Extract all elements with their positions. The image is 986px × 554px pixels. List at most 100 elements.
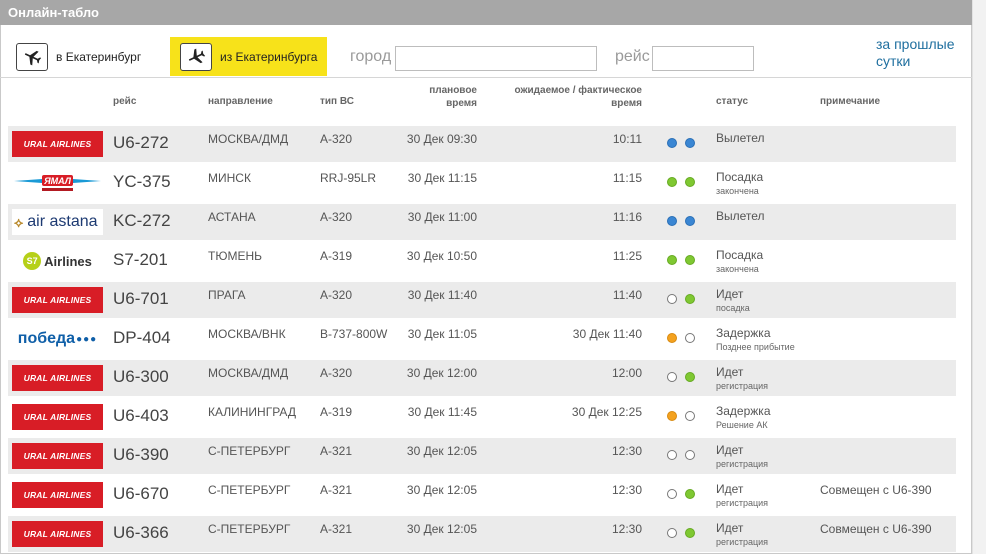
- scrollbar[interactable]: [972, 0, 986, 554]
- status-text: Задержка: [716, 326, 771, 340]
- table-row[interactable]: URAL AIRLINES U6-390 С-ПЕТЕРБУРГ A-321 30 Де…: [8, 438, 956, 474]
- scheduled-time: 30 Дек 11:15: [407, 171, 477, 185]
- aircraft-type: A-320: [320, 288, 353, 302]
- airline-logo-text: URAL AIRLINES: [23, 139, 92, 149]
- table-row[interactable]: URAL AIRLINES U6-670 С-ПЕТЕРБУРГ A-321 30 Де…: [8, 477, 956, 513]
- column-header-actual-line2: время: [611, 98, 642, 109]
- destination: МОСКВА/ВНК: [208, 327, 286, 341]
- column-header-aircraft: тип ВС: [320, 96, 354, 107]
- destination: КАЛИНИНГРАД: [208, 405, 296, 419]
- column-header-actual-line1: ожидаемое / фактическое: [514, 85, 642, 96]
- table-row[interactable]: URAL AIRLINES U6-272 МОСКВА/ДМД A-320 30 Дек…: [8, 126, 956, 162]
- actual-time: 12:00: [611, 366, 642, 380]
- table-row[interactable]: URAL AIRLINES U6-366 С-ПЕТЕРБУРГ A-321 30 Де…: [8, 516, 956, 552]
- destination: С-ПЕТЕРБУРГ: [208, 483, 291, 497]
- flight-filter-input[interactable]: [652, 46, 754, 71]
- status-dot-icon: [685, 372, 695, 382]
- flight-number: U6-701: [113, 289, 169, 308]
- airline-logo: URAL AIRLINES: [12, 482, 103, 508]
- astana-mark-icon: ⟡: [14, 213, 24, 230]
- airline-logo-text: air astana: [27, 213, 98, 230]
- departures-tab[interactable]: из Екатеринбурга: [170, 37, 327, 76]
- table-row[interactable]: ⟡ air astana KC-272 АСТАНА A-320 30 Дек 11:00…: [8, 204, 956, 240]
- status-dot-icon: [667, 177, 677, 187]
- flight-number: DP-404: [113, 328, 171, 347]
- status-detail: закончена: [716, 186, 759, 196]
- table-row[interactable]: URAL AIRLINES U6-403 КАЛИНИНГРАД A-319 30 Де…: [8, 399, 956, 435]
- actual-time: 11:25: [612, 249, 642, 263]
- column-header-actual: ожидаемое / фактическое время: [494, 84, 642, 110]
- actual-time: 12:30: [611, 444, 642, 458]
- destination: МИНСК: [208, 171, 251, 185]
- destination: С-ПЕТЕРБУРГ: [208, 522, 291, 536]
- plane-arrival-icon: [16, 42, 48, 71]
- aircraft-type: B-737-800W: [320, 327, 388, 341]
- flight-number: KC-272: [113, 211, 171, 230]
- status-dot-icon: [685, 255, 695, 265]
- airline-logo: ЯМАЛ: [12, 170, 103, 196]
- flight-filter-label: рейс: [615, 48, 650, 65]
- status-dot-icon: [667, 528, 677, 538]
- table-row[interactable]: победа ●●● DP-404 МОСКВА/ВНК B-737-800W 30 Де…: [8, 321, 956, 357]
- actual-time: 12:30: [611, 483, 642, 497]
- table-row[interactable]: URAL AIRLINES U6-300 МОСКВА/ДМД A-320 30 Дек…: [8, 360, 956, 396]
- airline-logo-text: URAL AIRLINES: [23, 451, 92, 461]
- scheduled-time: 30 Дек 12:05: [406, 444, 477, 458]
- status-dot-icon: [685, 138, 695, 148]
- status-detail: регистрация: [716, 381, 769, 391]
- status-dot-icon: [667, 255, 677, 265]
- airline-logo: победа ●●●: [12, 326, 103, 352]
- column-header-status: статус: [716, 96, 749, 107]
- city-filter-input[interactable]: [395, 46, 597, 71]
- status-dot-icon: [667, 450, 677, 460]
- column-header-scheduled: плановое время: [388, 84, 477, 110]
- destination: ПРАГА: [208, 288, 246, 302]
- s7-mark-icon: S7: [23, 252, 42, 270]
- status-text: Посадка: [716, 170, 764, 184]
- aircraft-type: A-321: [320, 444, 353, 458]
- column-header-destination: направление: [208, 96, 273, 107]
- scheduled-time: 30 Дек 11:45: [407, 405, 477, 419]
- scheduled-time: 30 Дек 09:30: [406, 132, 477, 146]
- status-dot-icon: [667, 333, 677, 343]
- airline-logo: URAL AIRLINES: [12, 365, 103, 391]
- status-text: Вылетел: [716, 131, 765, 145]
- status-dot-icon: [667, 294, 677, 304]
- status-dot-icon: [685, 216, 695, 226]
- scheduled-time: 30 Дек 11:05: [407, 327, 477, 341]
- status-text: Вылетел: [716, 209, 765, 223]
- airline-logo-text: Airlines: [44, 253, 92, 269]
- actual-time: 11:16: [612, 210, 642, 224]
- aircraft-type: A-320: [320, 366, 353, 380]
- yamal-logo-icon: ЯМАЛ: [14, 175, 101, 191]
- table-row[interactable]: URAL AIRLINES U6-701 ПРАГА A-320 30 Дек 11:4…: [8, 282, 956, 318]
- past-day-link[interactable]: за прошлые сутки: [876, 36, 966, 70]
- destination: ТЮМЕНЬ: [208, 249, 262, 263]
- note-text: Совмещен с U6-390: [820, 522, 932, 536]
- airline-logo-text: URAL AIRLINES: [23, 490, 92, 500]
- arrivals-tab[interactable]: в Екатеринбург: [14, 37, 162, 76]
- scheduled-time: 30 Дек 11:00: [407, 210, 477, 224]
- status-detail: посадка: [716, 303, 750, 313]
- actual-time: 30 Дек 12:25: [571, 405, 642, 419]
- column-header-note: примечание: [820, 96, 881, 107]
- scheduled-time: 30 Дек 12:05: [406, 522, 477, 536]
- airline-logo: URAL AIRLINES: [12, 521, 103, 547]
- airline-logo: URAL AIRLINES: [12, 287, 103, 313]
- flight-number: YC-375: [113, 172, 171, 191]
- departures-tab-label: из Екатеринбурга: [220, 49, 318, 64]
- status-detail: закончена: [716, 264, 759, 274]
- table-row[interactable]: S7 Airlines S7-201 ТЮМЕНЬ A-319 30 Дек 10:50 1…: [8, 243, 956, 279]
- flight-number: U6-670: [113, 484, 169, 503]
- actual-time: 12:30: [611, 522, 642, 536]
- status-detail: Решение АК: [716, 420, 768, 430]
- airline-logo: S7 Airlines: [12, 248, 103, 274]
- flight-number: U6-403: [113, 406, 169, 425]
- page-title: Онлайн-табло: [0, 0, 972, 25]
- status-text: Идет: [716, 287, 744, 301]
- status-text: Посадка: [716, 248, 764, 262]
- aircraft-type: A-321: [320, 522, 353, 536]
- actual-time: 11:15: [612, 171, 642, 185]
- status-detail: регистрация: [716, 537, 769, 547]
- table-row[interactable]: ЯМАЛ YC-375 МИНСК RRJ-95LR 30 Дек 11:15 11:15…: [8, 165, 956, 201]
